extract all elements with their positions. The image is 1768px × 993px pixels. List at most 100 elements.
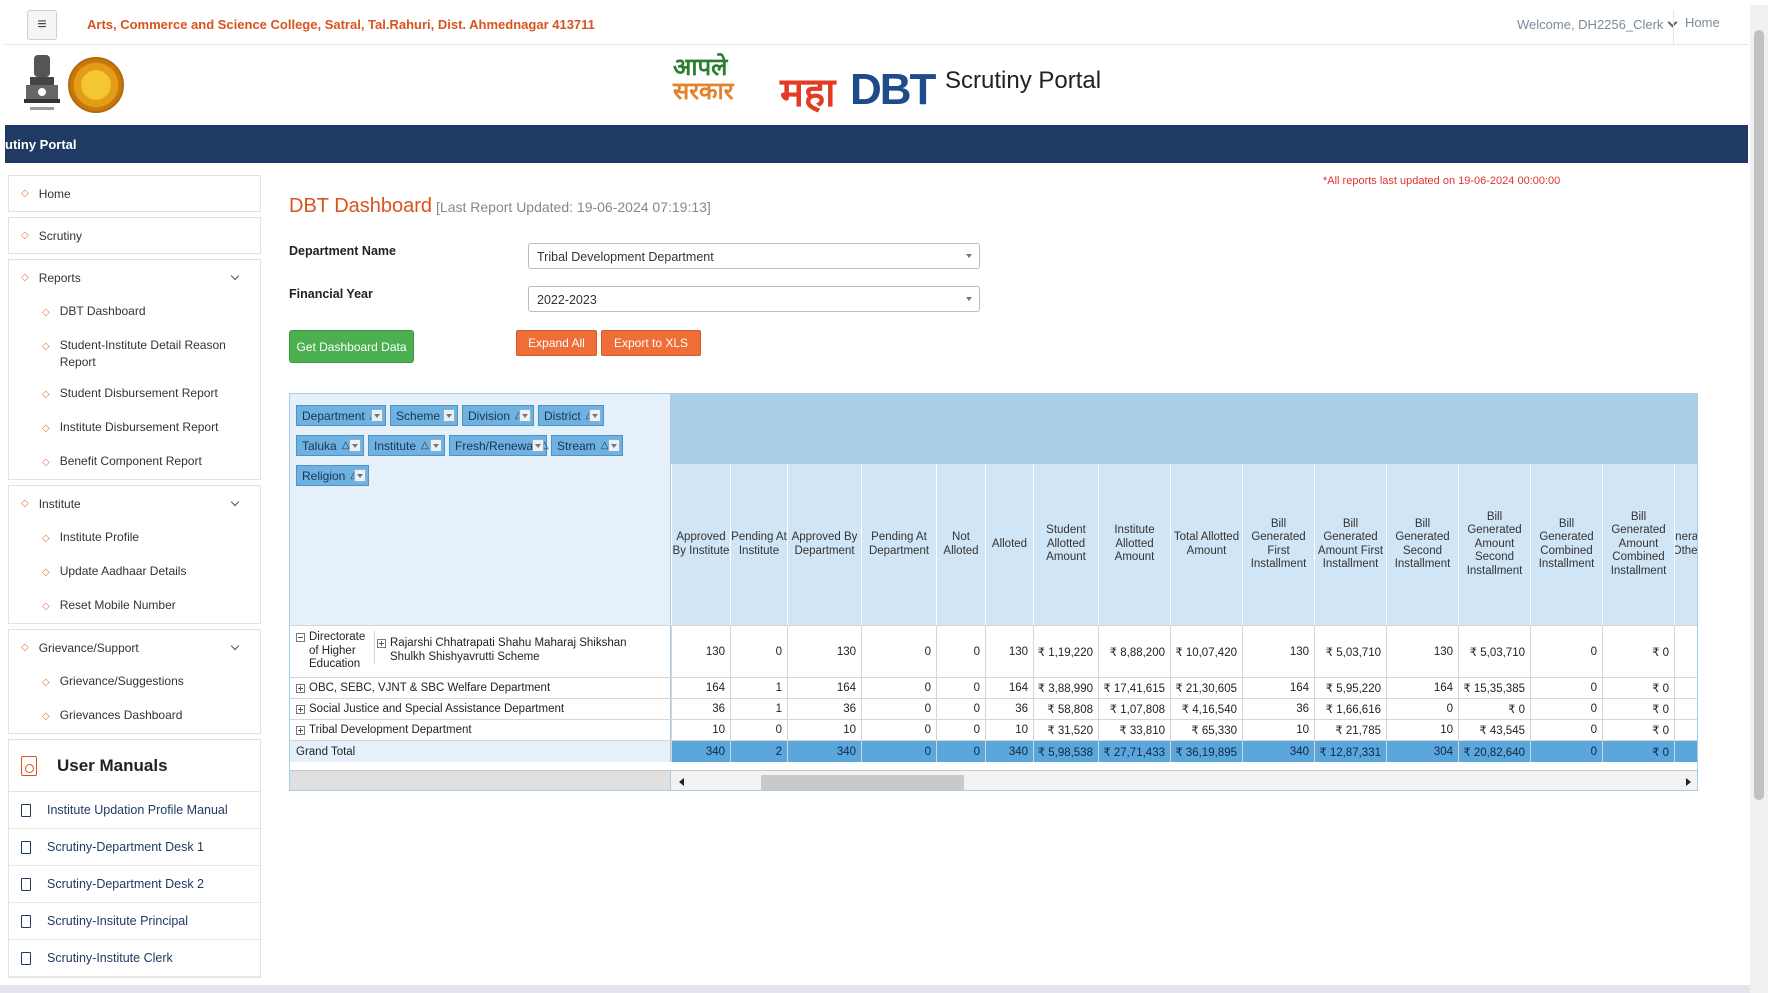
sidebar-subitem-label: Reset Mobile Number bbox=[59, 598, 176, 612]
diamond-icon: ◇ bbox=[42, 457, 50, 468]
pivot-column-header[interactable]: Pending At Institute bbox=[730, 464, 787, 625]
pivot-column-header[interactable]: Total Allotted Amount bbox=[1170, 464, 1242, 625]
scrollbar-thumb[interactable] bbox=[761, 775, 964, 790]
filter-dropdown-icon[interactable] bbox=[443, 409, 455, 422]
pivot-cell: ₹ 0 bbox=[1458, 699, 1530, 719]
manual-link-department-desk-1[interactable]: Scrutiny-Department Desk 1 bbox=[9, 829, 260, 866]
filter-dropdown-icon[interactable] bbox=[371, 409, 383, 422]
sidebar-subitem-institute-disbursement[interactable]: ◇ Institute Disbursement Report bbox=[9, 411, 260, 445]
filter-dropdown-icon[interactable] bbox=[430, 439, 442, 452]
pivot-row-label: Social Justice and Special Assistance De… bbox=[290, 699, 671, 719]
pivot-filter-division[interactable]: Division△ bbox=[462, 405, 534, 426]
get-dashboard-data-button[interactable]: Get Dashboard Data bbox=[289, 330, 414, 363]
pivot-filter-stream[interactable]: Stream △ bbox=[551, 435, 623, 456]
sidebar-item-scrutiny[interactable]: ◇ Scrutiny bbox=[9, 218, 260, 253]
department-label: Department Name bbox=[289, 244, 396, 258]
sidebar-subitem-label: Grievances Dashboard bbox=[59, 708, 183, 722]
pivot-filter-label: District bbox=[544, 408, 581, 423]
sidebar-subitem-label: Grievance/Suggestions bbox=[59, 674, 184, 688]
window-vertical-scrollbar[interactable] bbox=[1750, 5, 1768, 993]
pivot-horizontal-scrollbar bbox=[290, 770, 1697, 790]
filter-dropdown-icon[interactable] bbox=[608, 439, 620, 452]
scrollbar-track[interactable] bbox=[671, 771, 1697, 790]
manual-link-institute-profile[interactable]: Institute Updation Profile Manual bbox=[9, 792, 260, 829]
collapse-icon[interactable] bbox=[296, 633, 305, 642]
filter-dropdown-icon[interactable] bbox=[589, 409, 601, 422]
scroll-right-arrow-icon[interactable] bbox=[1686, 778, 1691, 786]
expand-icon[interactable] bbox=[296, 725, 305, 735]
sidebar-subitem-update-aadhaar[interactable]: ◇ Update Aadhaar Details bbox=[9, 555, 260, 589]
pivot-filter-scheme[interactable]: Scheme△ bbox=[390, 405, 458, 426]
pivot-column-header[interactable]: Bill Generated Amount Second Installment bbox=[1458, 464, 1530, 625]
user-manuals-panel: User Manuals Institute Updation Profile … bbox=[8, 739, 261, 978]
sort-triangle-icon[interactable]: △ bbox=[421, 440, 429, 451]
pivot-column-header[interactable]: Institute Allotted Amount bbox=[1098, 464, 1170, 625]
sidebar-subitem-student-institute-report[interactable]: ◇ Student-Institute Detail Reason Report bbox=[9, 329, 260, 377]
pivot-cell: 0 bbox=[730, 720, 787, 740]
sidebar-item-reports[interactable]: ◇ Reports bbox=[9, 260, 260, 295]
pivot-filter-district[interactable]: District△ bbox=[538, 405, 604, 426]
user-welcome-dropdown[interactable]: Welcome, DH2256_Clerk bbox=[1517, 17, 1678, 32]
expand-icon[interactable] bbox=[377, 639, 386, 648]
pivot-cell: ₹ 15,35,385 bbox=[1458, 678, 1530, 698]
pivot-column-header[interactable]: Not Alloted bbox=[936, 464, 985, 625]
pivot-column-header[interactable]: Bill Generated Amount Combined Installme… bbox=[1602, 464, 1674, 625]
manual-link-department-desk-2[interactable]: Scrutiny-Department Desk 2 bbox=[9, 866, 260, 903]
pivot-column-header[interactable]: Bill Generated Combined Installment bbox=[1530, 464, 1602, 625]
department-select[interactable]: Tribal Development Department bbox=[528, 243, 980, 269]
manual-link-institute-clerk[interactable]: Scrutiny-Institute Clerk bbox=[9, 940, 260, 977]
document-icon bbox=[21, 803, 31, 817]
pivot-column-header[interactable]: Student Allotted Amount bbox=[1033, 464, 1098, 625]
filter-dropdown-icon[interactable] bbox=[519, 409, 531, 422]
filter-dropdown-icon[interactable] bbox=[532, 439, 544, 452]
sidebar-item-grievance[interactable]: ◇ Grievance/Support bbox=[9, 630, 260, 665]
pivot-column-header[interactable]: Bill Generated First Installment bbox=[1242, 464, 1314, 625]
pivot-column-header[interactable]: Bill Generated Second Installment bbox=[1386, 464, 1458, 625]
pivot-column-header[interactable]: Approved By Institute bbox=[671, 464, 730, 625]
diamond-icon: ◇ bbox=[42, 601, 50, 612]
pivot-cell: ₹ 1,19,220 bbox=[1033, 626, 1098, 677]
pivot-filter-taluka[interactable]: Taluka △ bbox=[296, 435, 364, 456]
sidebar-subitem-label: DBT Dashboard bbox=[59, 304, 146, 318]
sidebar-item-home[interactable]: ◇ Home bbox=[9, 176, 260, 211]
pivot-cell: 0 bbox=[936, 741, 985, 762]
sidebar-subitem-institute-profile[interactable]: ◇ Institute Profile bbox=[9, 521, 260, 555]
scroll-left-arrow-icon[interactable] bbox=[679, 778, 684, 786]
department-name: Directorate of Higher Education bbox=[309, 631, 366, 670]
pivot-column-header[interactable]: Generated Other bbox=[1674, 464, 1697, 625]
pivot-cell: ₹ 8,88,200 bbox=[1098, 626, 1170, 677]
sidebar-subitem-grievance-suggestions[interactable]: ◇ Grievance/Suggestions bbox=[9, 665, 260, 699]
sidebar-item-label: Grievance/Support bbox=[38, 640, 139, 655]
manual-link-institute-principal[interactable]: Scrutiny-Insitute Principal bbox=[9, 903, 260, 940]
export-xls-button[interactable]: Export to XLS bbox=[601, 330, 701, 356]
pivot-cell: 164 bbox=[1242, 678, 1314, 698]
pivot-column-header[interactable]: Bill Generated Amount First Installment bbox=[1314, 464, 1386, 625]
sidebar-subitem-student-disbursement[interactable]: ◇ Student Disbursement Report bbox=[9, 377, 260, 411]
sidebar-subitem-benefit-component[interactable]: ◇ Benefit Component Report bbox=[9, 445, 260, 473]
hamburger-menu-button[interactable]: ≡ bbox=[27, 10, 57, 40]
pivot-filter-religion[interactable]: Religion△ bbox=[296, 465, 369, 486]
filter-dropdown-icon[interactable] bbox=[349, 439, 361, 452]
expand-all-button[interactable]: Expand All bbox=[516, 330, 597, 356]
document-icon bbox=[21, 877, 31, 891]
home-link[interactable]: Home bbox=[1685, 15, 1720, 30]
expand-icon[interactable] bbox=[296, 683, 305, 693]
financial-year-select[interactable]: 2022-2023 bbox=[528, 286, 980, 312]
sidebar-subitem-reset-mobile[interactable]: ◇ Reset Mobile Number bbox=[9, 589, 260, 617]
pivot-filter-fresh-renewal[interactable]: Fresh/Renewal △ bbox=[449, 435, 548, 456]
pivot-column-header[interactable]: Approved By Department bbox=[787, 464, 861, 625]
sidebar-subitem-grievances-dashboard[interactable]: ◇ Grievances Dashboard bbox=[9, 699, 260, 727]
pivot-filter-institute[interactable]: Institute △ bbox=[368, 435, 445, 456]
pivot-cell: ₹ 43,545 bbox=[1458, 720, 1530, 740]
pivot-column-header[interactable]: Pending At Department bbox=[861, 464, 936, 625]
pivot-filter-department[interactable]: Department△ bbox=[296, 405, 386, 426]
pivot-cell: ₹ 5,98,538 bbox=[1033, 741, 1098, 762]
sidebar-subitem-dbt-dashboard[interactable]: ◇ DBT Dashboard bbox=[9, 295, 260, 329]
window-scrollbar-thumb[interactable] bbox=[1754, 30, 1764, 800]
sidebar-item-institute[interactable]: ◇ Institute bbox=[9, 486, 260, 521]
filter-dropdown-icon[interactable] bbox=[354, 469, 366, 482]
pivot-column-header[interactable]: Alloted bbox=[985, 464, 1033, 625]
expand-icon[interactable] bbox=[296, 704, 305, 714]
table-row: Directorate of Higher Education Rajarshi … bbox=[290, 625, 1697, 677]
pivot-cell: 0 bbox=[1386, 699, 1458, 719]
